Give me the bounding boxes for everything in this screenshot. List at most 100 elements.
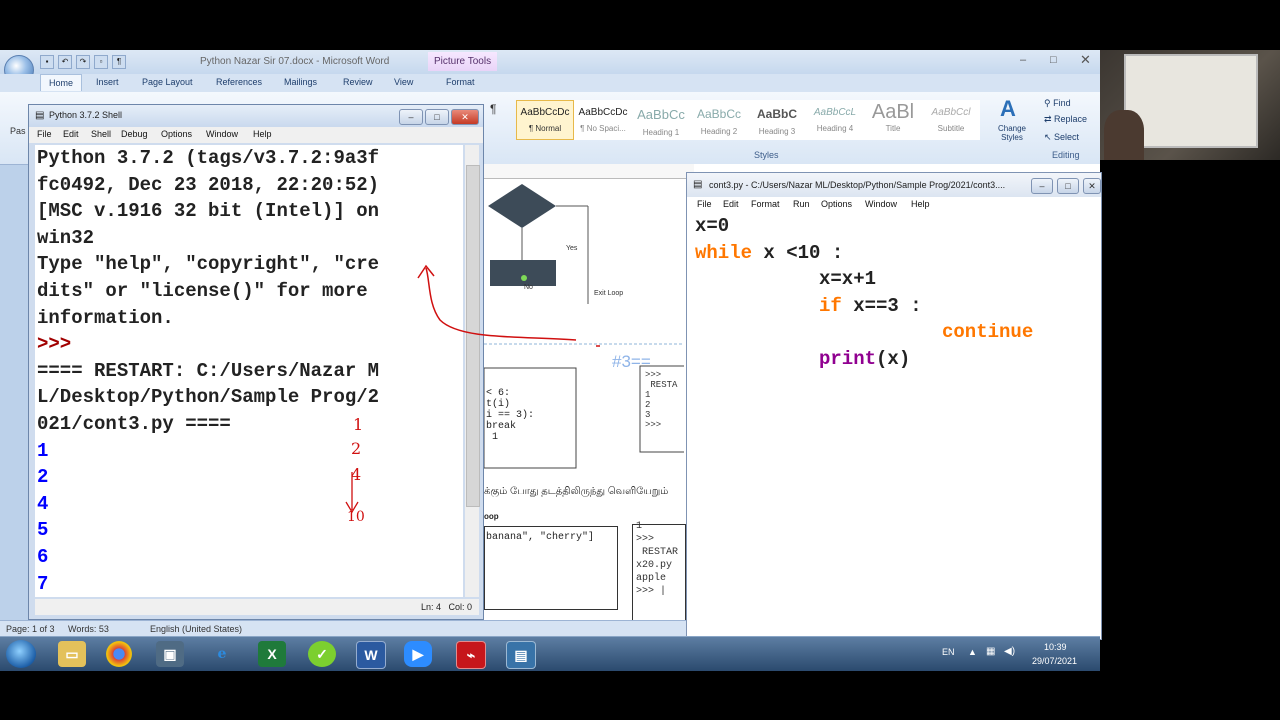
whiteboard	[1124, 54, 1258, 148]
ribbon-tabs: Home Insert Page Layout References Maili…	[0, 74, 1100, 92]
show-formatting-icon[interactable]: ¶	[490, 102, 496, 116]
shell-menu-edit[interactable]: Edit	[63, 129, 79, 139]
shell-output-line: 2	[37, 466, 49, 489]
tray-arrow-icon[interactable]: ▲	[968, 647, 977, 657]
shell-menu-options[interactable]: Options	[161, 129, 192, 139]
language-indicator[interactable]: EN	[942, 647, 955, 657]
style-heading-3[interactable]: AaBbC Heading 3	[748, 100, 806, 140]
tab-review[interactable]: Review	[343, 77, 373, 87]
maximize-icon[interactable]: □	[1050, 54, 1057, 66]
pilcrow-icon[interactable]: ¶	[112, 55, 126, 69]
select-button[interactable]: ↖ Select	[1044, 132, 1079, 143]
code-text: (x)	[876, 348, 911, 370]
volume-icon[interactable]: ◀)	[1004, 646, 1015, 657]
editor-menu-help[interactable]: Help	[911, 199, 930, 209]
code-line: while x <10 :	[695, 240, 843, 267]
change-styles-button[interactable]: Change Styles	[994, 124, 1030, 142]
editor-menu-format[interactable]: Format	[751, 199, 780, 209]
decision-diamond	[488, 184, 556, 228]
file-explorer-icon[interactable]: ▭	[58, 641, 86, 667]
shell-banner-line: fc0492, Dec 23 2018, 22:20:52)	[37, 173, 380, 196]
webcam-video	[1100, 50, 1280, 160]
presenter	[1104, 110, 1144, 160]
shell-prompt: >>>	[37, 333, 72, 356]
taskbar: ▭ ▣ e X ✓ W ▶ ⌁ ▤ EN ▲ ▦ ◀) 10:39 29/07/…	[0, 636, 1100, 671]
editor-menu-window[interactable]: Window	[865, 199, 897, 209]
start-button[interactable]	[6, 640, 36, 668]
close-icon[interactable]: ✕	[1080, 52, 1091, 68]
editor-title-bar: ▤ cont3.py - C:/Users/Nazar ML/Desktop/P…	[687, 173, 1101, 197]
tab-insert[interactable]: Insert	[96, 77, 119, 87]
style-normal[interactable]: AaBbCcDc ¶ Normal	[516, 100, 574, 140]
editor-code-area[interactable]: x=0 while x <10 : x=x+1 if x==3 : contin…	[687, 213, 1101, 633]
minimize-icon[interactable]: –	[1020, 54, 1026, 66]
pen-annotation-arrow	[345, 264, 600, 514]
remote-desktop-icon[interactable]: ▣	[156, 641, 184, 667]
editor-minimize-button[interactable]: –	[1031, 178, 1053, 194]
shell-banner-line: [MSC v.1916 32 bit (Intel)] on	[37, 200, 380, 223]
style-heading-2[interactable]: AaBbCc Heading 2	[690, 100, 748, 140]
save-icon[interactable]: ▪	[40, 55, 54, 69]
shell-menu-debug[interactable]: Debug	[121, 129, 148, 139]
code-keyword: continue	[942, 321, 1034, 344]
pdf-reader-icon[interactable]: ⌁	[456, 641, 486, 669]
shell-output-line: 7	[37, 572, 49, 595]
editor-menu-options[interactable]: Options	[821, 199, 852, 209]
python-idle-icon[interactable]: ▤	[506, 641, 536, 669]
code-text: x <10 :	[752, 241, 844, 264]
status-language[interactable]: English (United States)	[150, 624, 242, 634]
tab-view[interactable]: View	[394, 77, 413, 87]
tab-format[interactable]: Format	[446, 77, 475, 87]
change-styles-icon[interactable]: A	[1000, 96, 1016, 122]
code-keyword: if	[819, 294, 842, 317]
undo-icon[interactable]: ↶	[58, 55, 72, 69]
code-line: if x==3 :	[819, 293, 922, 320]
doc-code-fragment-2: banana", "cherry"]	[486, 532, 595, 543]
status-words[interactable]: Words: 53	[68, 624, 109, 634]
style-heading-1[interactable]: AaBbCc Heading 1	[632, 100, 690, 140]
clock-time[interactable]: 10:39	[1044, 642, 1067, 652]
editor-menu-edit[interactable]: Edit	[723, 199, 739, 209]
print-preview-icon[interactable]: ▫	[94, 55, 108, 69]
shell-close-button[interactable]: ✕	[451, 109, 479, 125]
tab-page-layout[interactable]: Page Layout	[142, 77, 193, 87]
python-icon: ▤	[35, 110, 45, 121]
shell-cursor-position: Ln: 4 Col: 0	[421, 602, 473, 612]
word-title-bar: Python Nazar Sir 07.docx - Microsoft Wor…	[0, 50, 1100, 74]
tab-mailings[interactable]: Mailings	[284, 77, 317, 87]
chrome-icon[interactable]	[106, 641, 132, 667]
editor-close-button[interactable]: ✕	[1083, 178, 1101, 194]
editor-maximize-button[interactable]: □	[1057, 178, 1079, 194]
style-subtitle[interactable]: AaBbCcl Subtitle	[922, 100, 980, 140]
tab-references[interactable]: References	[216, 77, 262, 87]
shell-maximize-button[interactable]: □	[425, 109, 449, 125]
style-title[interactable]: AaBl Title	[864, 100, 922, 140]
editor-menu-bar: File Edit Format Run Options Window Help	[687, 197, 1101, 213]
internet-explorer-icon[interactable]: e	[208, 641, 236, 667]
shell-menu-file[interactable]: File	[37, 129, 52, 139]
app-icon[interactable]: ✓	[308, 641, 336, 667]
network-icon[interactable]: ▦	[986, 646, 995, 657]
styles-group-label: Styles	[754, 150, 779, 160]
annotation-arrowhead	[417, 264, 435, 279]
paste-label[interactable]: Pas	[10, 126, 26, 136]
style-heading-4[interactable]: AaBbCcL Heading 4	[806, 100, 864, 140]
shell-menu-shell[interactable]: Shell	[91, 129, 111, 139]
zoom-icon[interactable]: ▶	[404, 641, 432, 667]
shell-menu-help[interactable]: Help	[253, 129, 272, 139]
tab-home[interactable]: Home	[40, 74, 83, 91]
replace-button[interactable]: ⇄ Replace	[1044, 114, 1087, 125]
editing-group-label: Editing	[1052, 150, 1080, 160]
clock-date[interactable]: 29/07/2021	[1032, 656, 1077, 666]
style-no-spacing[interactable]: AaBbCcDc ¶ No Spaci...	[574, 100, 632, 140]
find-button[interactable]: ⚲ Find	[1044, 98, 1071, 109]
annotation-down-arrow	[345, 472, 359, 514]
redo-icon[interactable]: ↷	[76, 55, 90, 69]
status-page[interactable]: Page: 1 of 3	[6, 624, 55, 634]
shell-minimize-button[interactable]: –	[399, 109, 423, 125]
editor-menu-run[interactable]: Run	[793, 199, 810, 209]
word-icon[interactable]: W	[356, 641, 386, 669]
shell-menu-window[interactable]: Window	[206, 129, 238, 139]
editor-menu-file[interactable]: File	[697, 199, 712, 209]
excel-icon[interactable]: X	[258, 641, 286, 667]
